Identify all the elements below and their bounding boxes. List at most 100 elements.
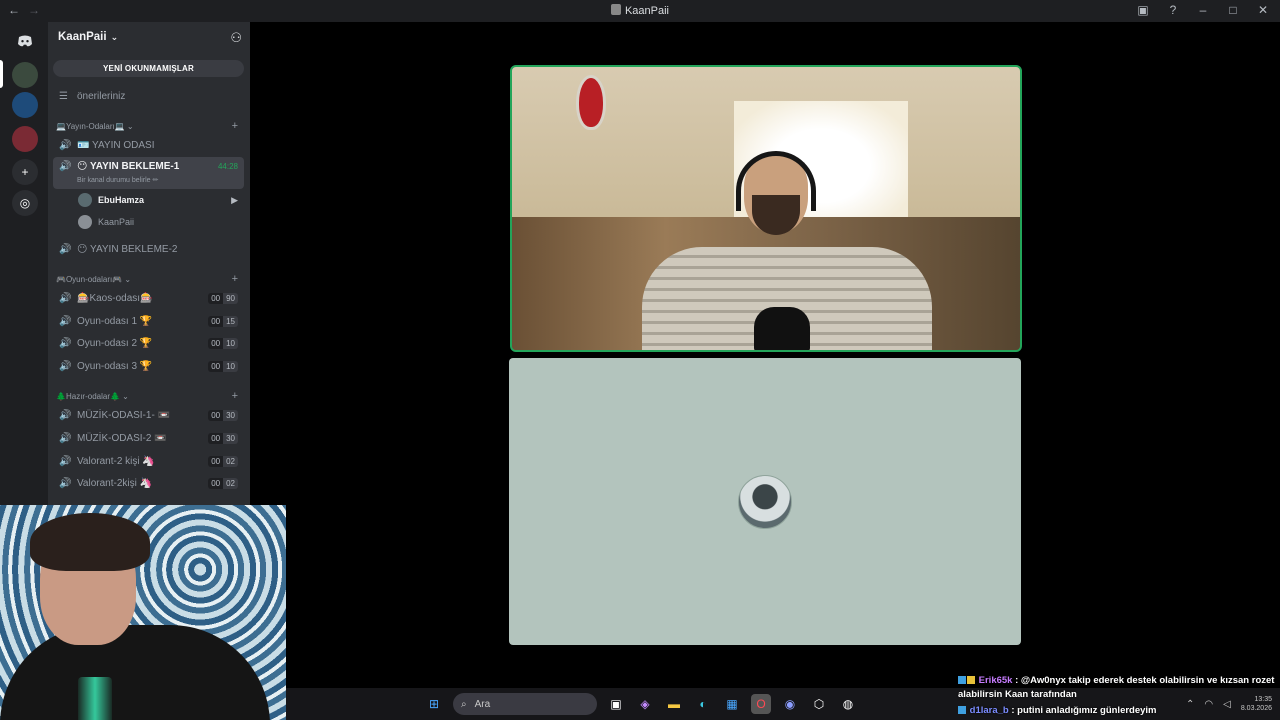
channel-game-0[interactable]: 🔊 🎰Kaos-odası🎰 00 90 [53, 287, 244, 309]
server-icon-kaanpaii[interactable] [12, 62, 38, 88]
webcam-body [0, 625, 270, 720]
category-yayin-odalari[interactable]: 💻Yayın-Odaları💻 ⌄ + [56, 119, 242, 133]
camera-icon: ▶ [231, 195, 238, 205]
minimize-icon[interactable]: – [1196, 3, 1210, 17]
streamer-webcam [0, 505, 286, 720]
server-icon-2[interactable] [12, 92, 38, 118]
speaker-icon: 🔊 [59, 477, 72, 489]
channel-label: MÜZİK-ODASI-2 📼 [77, 432, 167, 444]
chat-message: Erik65k : @Aw0nyx takip ederek destek ol… [958, 674, 1278, 702]
window-title-text: KaanPaii [624, 5, 670, 17]
user-limit-badge: 00 10 [208, 360, 238, 372]
explore-icon[interactable]: ◎ [12, 190, 38, 216]
user-limit: 90 [223, 292, 238, 304]
speaker-icon: 🔊 [59, 315, 72, 327]
edge-icon[interactable]: ◐ [693, 694, 713, 714]
channel-game-3[interactable]: 🔊 Oyun-odası 3 🏆 00 10 [53, 355, 244, 377]
help-icon[interactable]: ? [1166, 3, 1180, 17]
create-channel-icon[interactable]: + [232, 273, 238, 285]
channel-ready-2[interactable]: 🔊 Valorant-2 kişi 🦄 00 02 [53, 450, 244, 472]
suggestions-item[interactable]: ☰ önerileriniz [53, 85, 244, 107]
selected-server-pill [0, 60, 3, 88]
avatar [78, 193, 92, 207]
microphone [754, 307, 810, 350]
window-title: KaanPaii [0, 4, 1280, 17]
channel-yayin-bekleme-1[interactable]: 🔊 😶 YAYIN BEKLEME-1 44:28 Bir kanal duru… [53, 157, 244, 189]
user-limit-badge: 00 02 [208, 455, 238, 467]
chevron-down-icon: ⌄ [110, 31, 119, 42]
add-server-icon[interactable]: + [12, 159, 38, 185]
speaker-icon: 🔊 [59, 409, 72, 421]
channel-game-1[interactable]: 🔊 Oyun-odası 1 🏆 00 15 [53, 310, 244, 332]
speaker-icon: 🔊 [59, 455, 72, 467]
channel-ready-0[interactable]: 🔊 MÜZİK-ODASI-1- 📼 00 30 [53, 404, 244, 426]
chat-text: : putini anladığımız günlerdeyim [1011, 705, 1157, 716]
speaker-icon: 🔊 [59, 337, 72, 349]
server-name: KaanPaii [58, 31, 107, 43]
channel-ready-1[interactable]: 🔊 MÜZİK-ODASI-2 📼 00 30 [53, 427, 244, 449]
user-limit-badge: 00 15 [208, 315, 238, 327]
create-channel-icon[interactable]: + [232, 120, 238, 132]
app-icon[interactable]: ⬡ [809, 694, 829, 714]
file-explorer-icon[interactable]: ▬ [664, 694, 684, 714]
speaker-icon: 🔊 [59, 243, 72, 255]
server-rail: + ◎ [0, 22, 48, 505]
maximize-icon[interactable]: □ [1226, 3, 1240, 17]
opera-icon[interactable]: O [751, 694, 771, 714]
channel-label: Valorant-2kişi 🦄 [77, 477, 153, 489]
channel-yayin-bekleme-2[interactable]: 🔊 😶 YAYIN BEKLEME-2 [53, 238, 244, 260]
close-icon[interactable]: ✕ [1256, 3, 1270, 17]
channel-label: Oyun-odası 1 🏆 [77, 315, 153, 327]
user-limit: 10 [223, 337, 238, 349]
obs-icon[interactable]: ◍ [838, 694, 858, 714]
category-oyun-odalari[interactable]: 🎮Oyun-odaları🎮 ⌄ + [56, 272, 242, 286]
channel-label: 😶 YAYIN BEKLEME-1 [77, 161, 180, 172]
chat-overlay: Erik65k : @Aw0nyx takip ederek destek ol… [958, 674, 1278, 716]
channel-label: Oyun-odası 3 🏆 [77, 360, 153, 372]
search-input[interactable]: ⌕ Ara [453, 693, 597, 715]
task-view-icon[interactable]: ▣ [606, 694, 626, 714]
server-icon-3[interactable] [12, 126, 38, 152]
discord-taskbar-icon[interactable]: ◉ [780, 694, 800, 714]
category-label: 🎮Oyun-odaları🎮 [56, 274, 123, 284]
chat-message: d1lara_b : putini anladığımız günlerdeyi… [958, 704, 1157, 718]
voice-member[interactable]: KaanPaii [78, 213, 134, 231]
server-header[interactable]: KaanPaii ⌄ ⚇ [48, 22, 250, 52]
category-hazir-odalar[interactable]: 🌲Hazır-odalar🌲 ⌄ + [56, 389, 242, 403]
create-channel-icon[interactable]: + [232, 390, 238, 402]
add-friend-icon[interactable]: ⚇ [230, 30, 242, 46]
speaker-icon: 🔊 [59, 139, 72, 151]
user-limit: 02 [223, 477, 238, 489]
voice-tile-kaanpaii[interactable] [509, 358, 1021, 645]
user-count: 00 [208, 409, 224, 421]
search-placeholder: Ara [474, 698, 491, 710]
channel-game-2[interactable]: 🔊 Oyun-odası 2 🏆 00 10 [53, 332, 244, 354]
user-count: 00 [208, 292, 224, 304]
channel-label: Valorant-2 kişi 🦄 [77, 455, 155, 467]
suggestions-icon: ☰ [59, 90, 68, 102]
start-icon[interactable]: ⊞ [424, 694, 444, 714]
user-limit-badge: 00 02 [208, 477, 238, 489]
webcam-hair [30, 513, 150, 571]
store-icon[interactable]: ▦ [722, 694, 742, 714]
webcam-can [78, 677, 112, 720]
category-label: 🌲Hazır-odalar🌲 [56, 391, 120, 401]
user-limit: 15 [223, 315, 238, 327]
inbox-icon[interactable]: ▣ [1136, 3, 1150, 17]
channel-yayin-odasi[interactable]: 🔊 🪪 YAYIN ODASI [53, 134, 244, 156]
channel-label: 😶 YAYIN BEKLEME-2 [77, 243, 178, 255]
window-controls: ▣ ? – □ ✕ [1136, 3, 1270, 17]
channel-ready-3[interactable]: 🔊 Valorant-2kişi 🦄 00 02 [53, 472, 244, 494]
voice-member[interactable]: EbuHamza [78, 191, 144, 209]
search-icon: ⌕ [461, 698, 467, 710]
channel-label: 🎰Kaos-odası🎰 [77, 292, 153, 304]
discord-home-icon[interactable] [12, 28, 38, 54]
unread-banner[interactable]: YENİ OKUNMAMIŞLAR [53, 60, 244, 77]
user-count: 00 [208, 455, 224, 467]
video-tile-ebuhamza[interactable] [510, 65, 1022, 352]
user-count: 00 [208, 432, 224, 444]
copilot-icon[interactable]: ◈ [635, 694, 655, 714]
member-name: KaanPaii [98, 217, 135, 227]
tray-date: 8.03.2026 [1240, 705, 1272, 712]
channel-status[interactable]: Bir kanal durumu belirle ✏ [77, 176, 158, 184]
